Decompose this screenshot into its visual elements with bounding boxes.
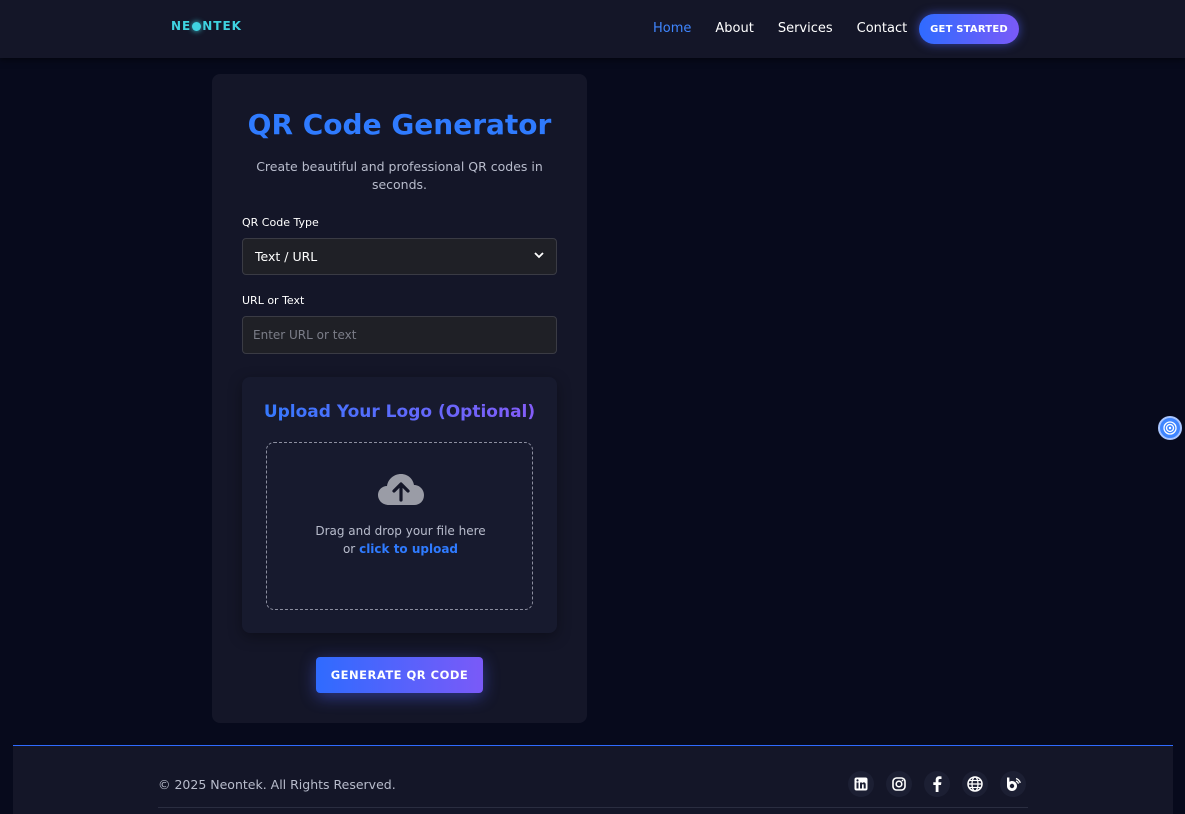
logo-dot-icon <box>192 22 202 31</box>
drag-drop-text: Drag and drop your file here <box>315 524 486 538</box>
nav-link-services[interactable]: Services <box>778 21 833 36</box>
instagram-icon[interactable] <box>886 771 912 797</box>
generate-qr-button[interactable]: GENERATE QR CODE <box>316 657 483 693</box>
qr-type-select[interactable]: Text / URL <box>242 238 557 275</box>
facebook-icon[interactable] <box>924 771 950 797</box>
get-started-button[interactable]: GET STARTED <box>919 14 1019 44</box>
click-to-upload-link[interactable]: click to upload <box>359 542 458 556</box>
page-title: QR Code Generator <box>247 108 552 141</box>
footer-divider <box>158 807 1028 808</box>
floating-widget-button[interactable] <box>1158 416 1182 440</box>
dropzone-text: Drag and drop your file here or click to… <box>267 522 534 558</box>
nav-link-about[interactable]: About <box>715 21 753 36</box>
cloud-upload-icon <box>378 474 424 505</box>
logo-upload-panel: Upload Your Logo (Optional) Drag and dro… <box>242 377 557 633</box>
qr-type-label: QR Code Type <box>242 216 319 229</box>
nav-link-contact[interactable]: Contact <box>857 21 908 36</box>
footer: © 2025 Neontek. All Rights Reserved. <box>13 745 1173 814</box>
qr-type-selected-value: Text / URL <box>255 249 318 264</box>
linkedin-icon[interactable] <box>848 771 874 797</box>
logo-dropzone[interactable]: Drag and drop your file here or click to… <box>266 442 533 610</box>
url-text-input[interactable] <box>242 316 557 354</box>
url-text-label: URL or Text <box>242 294 305 307</box>
page-subtitle: Create beautiful and professional QR cod… <box>256 159 543 192</box>
nav-link-home[interactable]: Home <box>653 21 691 36</box>
social-links <box>848 771 1026 797</box>
navbar: NE NTEK Home About Services Contact GET S… <box>0 0 1185 58</box>
upload-logo-title: Upload Your Logo (Optional) <box>242 402 557 422</box>
copyright-text: © 2025 Neontek. All Rights Reserved. <box>158 777 396 792</box>
chevron-down-icon <box>534 251 544 262</box>
nav-links: Home About Services Contact <box>653 21 907 36</box>
globe-icon[interactable] <box>962 771 988 797</box>
target-icon <box>1163 421 1177 435</box>
or-text: or <box>342 542 356 556</box>
blog-icon[interactable] <box>1000 771 1026 797</box>
qr-generator-card: QR Code Generator Create beautiful and p… <box>212 74 587 723</box>
brand-logo[interactable]: NE NTEK <box>171 19 242 33</box>
